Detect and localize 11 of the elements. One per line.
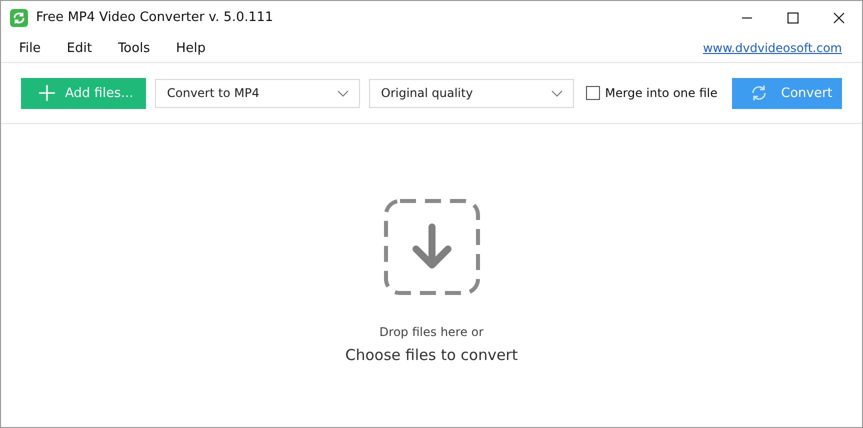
menu-item[interactable]: Edit xyxy=(66,40,92,56)
merge-label: Merge into one file xyxy=(605,86,718,100)
menu-item[interactable]: Help xyxy=(176,40,206,56)
format-dropdown[interactable]: Convert to MP4 xyxy=(155,78,360,108)
menu-item[interactable]: Tools xyxy=(118,40,150,56)
choose-files-link[interactable]: Choose files to convert xyxy=(345,346,518,364)
menu-item[interactable]: File xyxy=(19,40,41,56)
window-title: Free MP4 Video Converter v. 5.0.111 xyxy=(36,10,274,25)
website-link[interactable]: www.dvdvideosoft.com xyxy=(702,41,842,55)
quality-dropdown[interactable]: Original quality xyxy=(369,78,574,108)
drop-hint: Drop files here or xyxy=(379,325,484,339)
